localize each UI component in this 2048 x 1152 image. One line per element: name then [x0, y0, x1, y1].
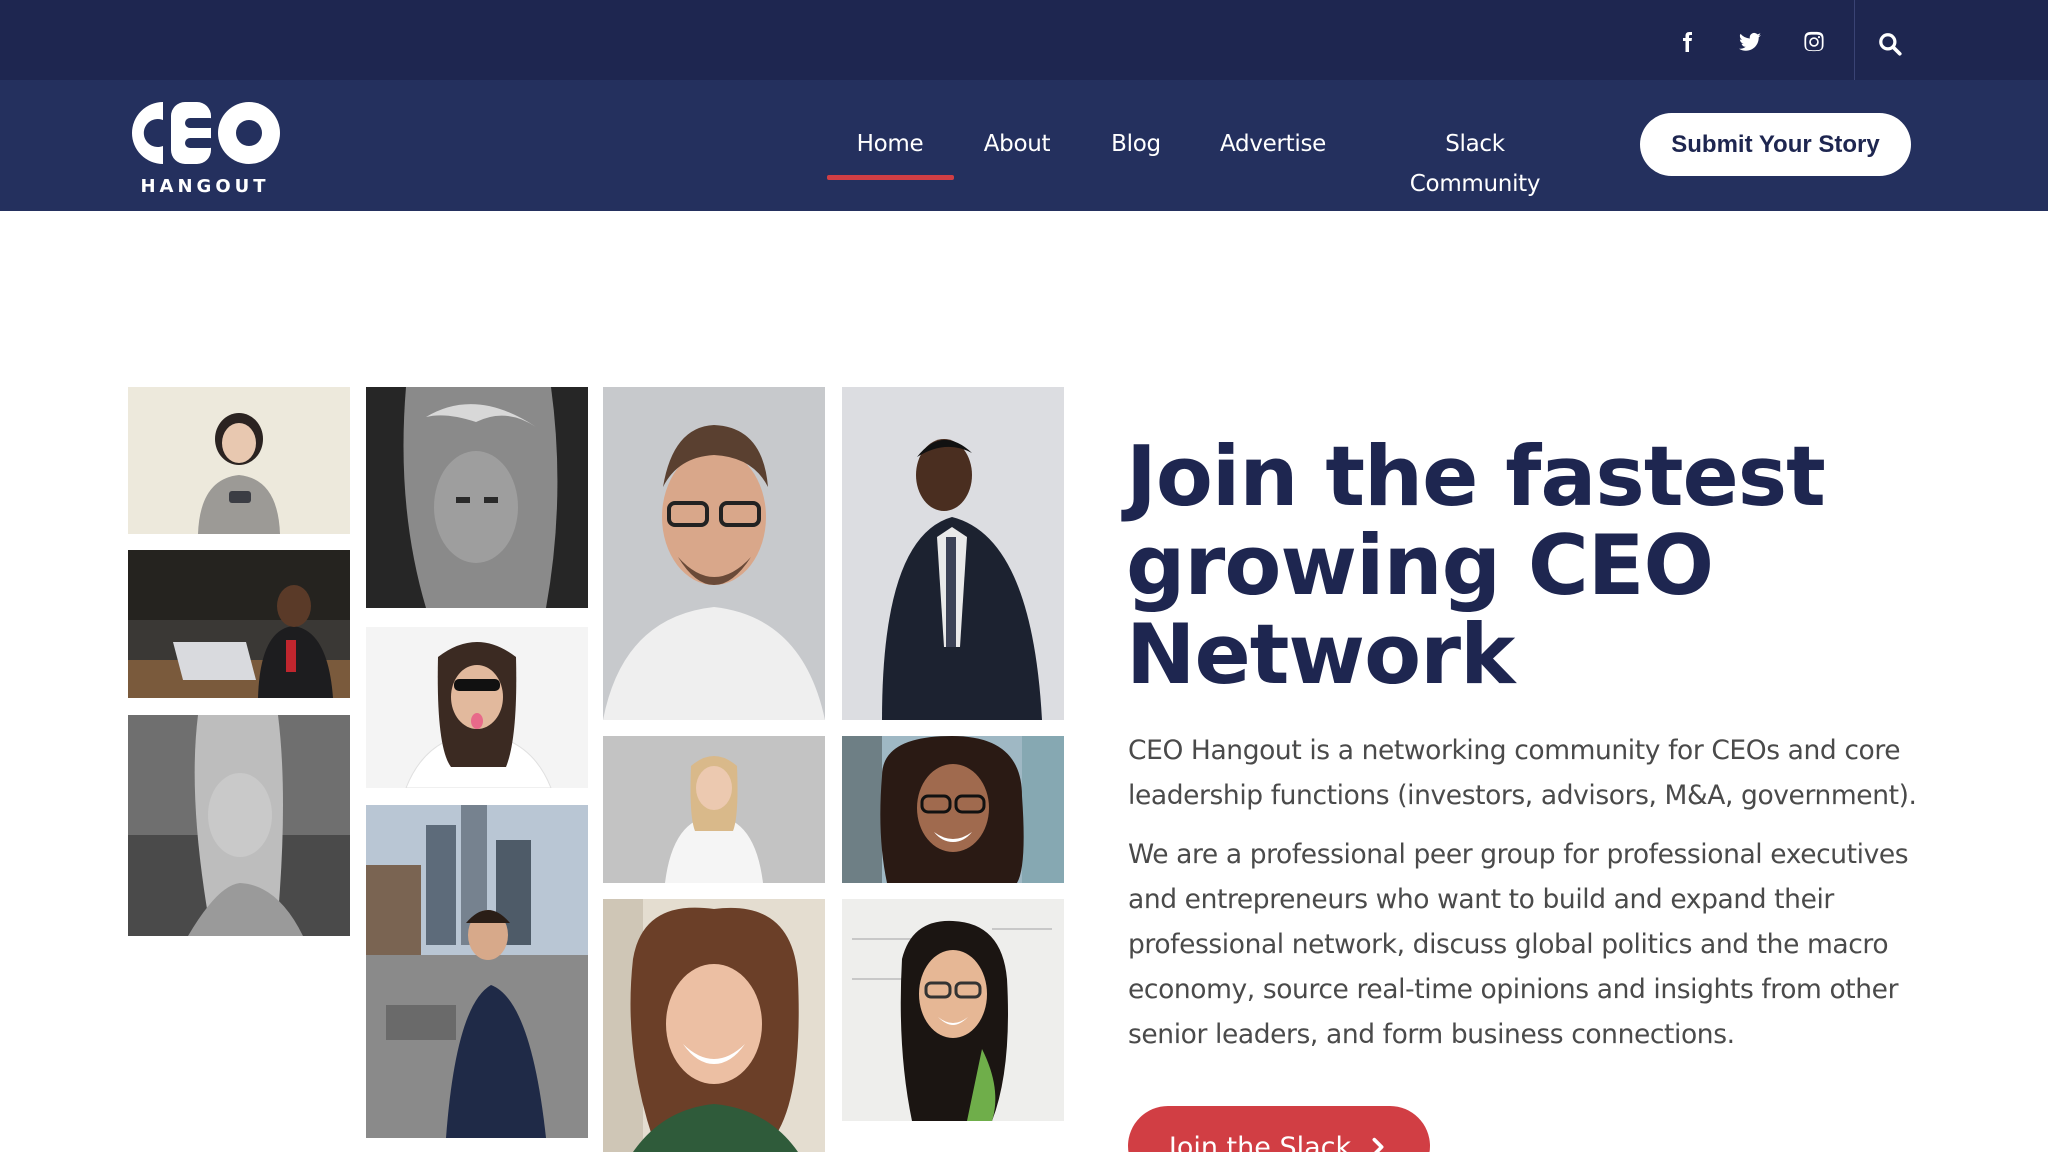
nav-about[interactable]: About [972, 124, 1062, 164]
join-slack-button[interactable]: Join the Slack [1128, 1106, 1430, 1152]
main-navigation: HANGOUT Home About Blog Advertise Slack … [0, 80, 2048, 211]
instagram-icon[interactable] [1794, 22, 1834, 62]
nav-slack-community[interactable]: Slack Community [1380, 124, 1570, 197]
logo-mark [132, 102, 280, 164]
facebook-icon[interactable] [1667, 22, 1707, 62]
member-photo-10 [842, 387, 1064, 720]
member-photo-9 [603, 899, 825, 1152]
member-photo-8 [603, 736, 825, 883]
member-photo-6 [366, 805, 588, 1138]
twitter-icon[interactable] [1730, 22, 1770, 62]
top-bar [0, 0, 2048, 80]
active-nav-indicator [827, 175, 954, 180]
topbar-divider [1854, 0, 1855, 80]
member-photo-5 [366, 627, 588, 788]
nav-blog[interactable]: Blog [1100, 124, 1172, 164]
logo[interactable]: HANGOUT [127, 94, 287, 198]
member-photo-4 [366, 387, 588, 608]
member-photo-12 [842, 899, 1064, 1121]
chevron-right-icon [1367, 1136, 1389, 1152]
member-photo-3 [128, 715, 350, 936]
submit-story-button[interactable]: Submit Your Story [1640, 113, 1911, 176]
join-slack-label: Join the Slack [1168, 1132, 1352, 1152]
logo-subtext: HANGOUT [140, 176, 270, 197]
member-photo-11 [842, 736, 1064, 883]
search-icon[interactable] [1868, 22, 1912, 66]
hero-paragraph-intro: CEO Hangout is a networking community fo… [1128, 735, 1917, 811]
nav-home[interactable]: Home [834, 124, 946, 164]
hero-headline: Join the fastest growing CEO Network [1126, 428, 1826, 703]
member-photo-1 [128, 387, 350, 534]
hero-paragraph-description: We are a professional peer group for pro… [1128, 839, 1909, 1050]
member-photo-7 [603, 387, 825, 720]
member-photo-2 [128, 550, 350, 698]
nav-advertise[interactable]: Advertise [1214, 124, 1332, 164]
